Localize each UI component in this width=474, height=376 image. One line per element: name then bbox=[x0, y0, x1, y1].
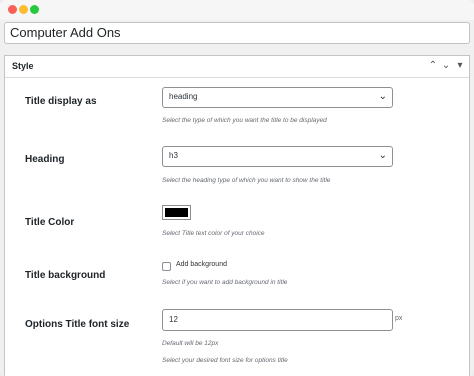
title-color-label: Title Color bbox=[25, 217, 75, 228]
title-display-help: Select the type of which you want the ti… bbox=[162, 117, 327, 124]
add-background-checkbox[interactable] bbox=[162, 262, 171, 271]
heading-select[interactable]: h3 ⌄ bbox=[162, 146, 393, 167]
font-size-input[interactable]: 12 bbox=[162, 309, 393, 331]
chevron-down-icon: ⌄ bbox=[378, 91, 387, 102]
chevron-up-icon[interactable]: ⌃ bbox=[426, 59, 440, 73]
font-size-default-note: Default will be 12px bbox=[162, 340, 219, 347]
title-background-help: Select if you want to add background in … bbox=[162, 279, 288, 286]
font-size-unit: px bbox=[395, 315, 403, 322]
font-size-label: Options Title font size bbox=[25, 319, 130, 330]
minimize-window-button[interactable] bbox=[19, 5, 28, 14]
title-bar bbox=[0, 0, 474, 20]
title-display-value: heading bbox=[169, 92, 198, 101]
title-color-swatch[interactable] bbox=[162, 205, 191, 220]
title-display-label: Title display as bbox=[25, 96, 97, 107]
heading-label: Heading bbox=[25, 154, 65, 165]
close-window-button[interactable] bbox=[8, 5, 17, 14]
font-size-help: Select your desired font size for option… bbox=[162, 357, 288, 364]
maximize-window-button[interactable] bbox=[30, 5, 39, 14]
heading-value: h3 bbox=[169, 151, 178, 160]
triangle-down-icon[interactable]: ▾ bbox=[453, 59, 467, 73]
chevron-down-icon[interactable]: ⌄ bbox=[439, 59, 453, 73]
app-window: Computer Add Ons Style ⌃ ⌄ ▾ Title displ… bbox=[0, 0, 474, 376]
panel-title: Style bbox=[12, 61, 34, 71]
add-background-label[interactable]: Add background bbox=[176, 261, 227, 268]
title-display-select[interactable]: heading ⌄ bbox=[162, 87, 393, 108]
heading-help: Select the heading type of which you wan… bbox=[162, 177, 331, 184]
panel-header: Style ⌃ ⌄ ▾ bbox=[5, 56, 469, 78]
style-panel: Style ⌃ ⌄ ▾ Title display as heading ⌄ S… bbox=[4, 55, 470, 376]
title-color-help: Select Title text color of your choice bbox=[162, 230, 265, 237]
post-title-input[interactable]: Computer Add Ons bbox=[4, 22, 470, 44]
chevron-down-icon: ⌄ bbox=[378, 150, 387, 161]
color-preview bbox=[165, 208, 188, 217]
title-background-label: Title background bbox=[25, 270, 106, 281]
